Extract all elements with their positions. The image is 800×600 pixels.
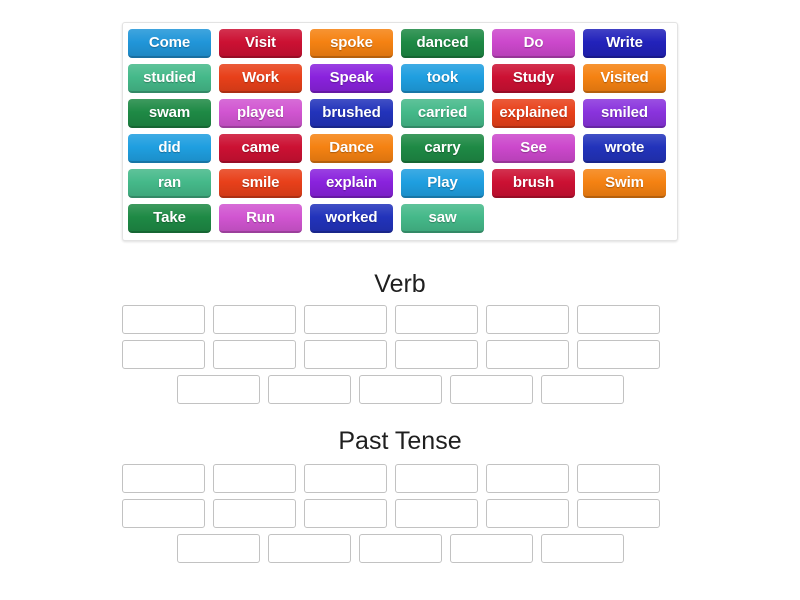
- word-tile[interactable]: explained: [492, 99, 575, 128]
- answer-dropzone[interactable]: [577, 464, 660, 493]
- word-tile[interactable]: danced: [401, 29, 484, 58]
- answer-dropzone[interactable]: [122, 305, 205, 334]
- tile-row: ran smile explain Play brush Swim: [128, 169, 672, 198]
- answer-dropzone[interactable]: [577, 499, 660, 528]
- answer-dropzone[interactable]: [267, 375, 351, 404]
- word-tile[interactable]: carried: [401, 99, 484, 128]
- tile-row: swam played brushed carried explained smiled: [128, 99, 672, 128]
- answer-dropzone[interactable]: [486, 464, 569, 493]
- word-tile[interactable]: smile: [219, 169, 302, 198]
- dropzone-row: [122, 464, 678, 493]
- answer-dropzone[interactable]: [449, 534, 533, 563]
- word-tile[interactable]: came: [219, 134, 302, 163]
- verb-dropzone-group: [122, 305, 678, 410]
- word-tile[interactable]: See: [492, 134, 575, 163]
- answer-dropzone[interactable]: [304, 464, 387, 493]
- answer-dropzone[interactable]: [213, 464, 296, 493]
- word-tile-bank: Come Visit spoke danced Do Write studied Work Sp…: [122, 22, 678, 241]
- dropzone-row: [122, 499, 678, 528]
- answer-dropzone[interactable]: [486, 305, 569, 334]
- word-tile[interactable]: ran: [128, 169, 211, 198]
- word-tile[interactable]: carry: [401, 134, 484, 163]
- answer-dropzone[interactable]: [304, 499, 387, 528]
- answer-dropzone[interactable]: [486, 340, 569, 369]
- word-tile[interactable]: Dance: [310, 134, 393, 163]
- answer-dropzone[interactable]: [449, 375, 533, 404]
- word-tile[interactable]: worked: [310, 204, 393, 233]
- answer-dropzone[interactable]: [395, 464, 478, 493]
- answer-dropzone[interactable]: [176, 375, 260, 404]
- word-tile[interactable]: Swim: [583, 169, 666, 198]
- answer-dropzone[interactable]: [304, 305, 387, 334]
- tile-row: Take Run worked saw: [128, 204, 672, 233]
- answer-dropzone[interactable]: [213, 340, 296, 369]
- word-tile[interactable]: Play: [401, 169, 484, 198]
- past-tense-section-heading: Past Tense: [338, 427, 462, 455]
- word-tile[interactable]: took: [401, 64, 484, 93]
- answer-dropzone[interactable]: [213, 499, 296, 528]
- dropzone-row: [122, 375, 678, 404]
- answer-dropzone[interactable]: [122, 340, 205, 369]
- word-tile[interactable]: Run: [219, 204, 302, 233]
- answer-dropzone[interactable]: [122, 499, 205, 528]
- word-tile[interactable]: Study: [492, 64, 575, 93]
- answer-dropzone[interactable]: [267, 534, 351, 563]
- tile-row: studied Work Speak took Study Visited: [128, 64, 672, 93]
- word-tile[interactable]: Write: [583, 29, 666, 58]
- word-tile[interactable]: brushed: [310, 99, 393, 128]
- answer-dropzone[interactable]: [213, 305, 296, 334]
- word-tile[interactable]: studied: [128, 64, 211, 93]
- answer-dropzone[interactable]: [122, 464, 205, 493]
- answer-dropzone[interactable]: [486, 499, 569, 528]
- word-tile[interactable]: Visit: [219, 29, 302, 58]
- word-tile[interactable]: explain: [310, 169, 393, 198]
- word-tile[interactable]: Do: [492, 29, 575, 58]
- word-tile[interactable]: brush: [492, 169, 575, 198]
- answer-dropzone[interactable]: [358, 534, 442, 563]
- answer-dropzone[interactable]: [358, 375, 442, 404]
- word-tile[interactable]: did: [128, 134, 211, 163]
- answer-dropzone[interactable]: [395, 305, 478, 334]
- word-tile[interactable]: Speak: [310, 64, 393, 93]
- verb-section-heading: Verb: [374, 270, 426, 298]
- answer-dropzone[interactable]: [395, 340, 478, 369]
- past-tense-dropzone-group: [122, 464, 678, 569]
- dropzone-row: [122, 305, 678, 334]
- sorting-activity-page: Come Visit spoke danced Do Write studied Work Sp…: [0, 0, 800, 600]
- word-tile[interactable]: saw: [401, 204, 484, 233]
- answer-dropzone[interactable]: [540, 534, 624, 563]
- word-tile[interactable]: Come: [128, 29, 211, 58]
- answer-dropzone[interactable]: [395, 499, 478, 528]
- answer-dropzone[interactable]: [304, 340, 387, 369]
- word-tile[interactable]: swam: [128, 99, 211, 128]
- dropzone-row: [122, 340, 678, 369]
- word-tile[interactable]: Take: [128, 204, 211, 233]
- answer-dropzone[interactable]: [577, 305, 660, 334]
- tile-row: did came Dance carry See wrote: [128, 134, 672, 163]
- word-tile[interactable]: played: [219, 99, 302, 128]
- dropzone-row: [122, 534, 678, 563]
- word-tile[interactable]: spoke: [310, 29, 393, 58]
- word-tile[interactable]: wrote: [583, 134, 666, 163]
- answer-dropzone[interactable]: [176, 534, 260, 563]
- answer-dropzone[interactable]: [540, 375, 624, 404]
- tile-row: Come Visit spoke danced Do Write: [128, 29, 672, 58]
- answer-dropzone[interactable]: [577, 340, 660, 369]
- word-tile[interactable]: smiled: [583, 99, 666, 128]
- word-tile[interactable]: Work: [219, 64, 302, 93]
- word-tile[interactable]: Visited: [583, 64, 666, 93]
